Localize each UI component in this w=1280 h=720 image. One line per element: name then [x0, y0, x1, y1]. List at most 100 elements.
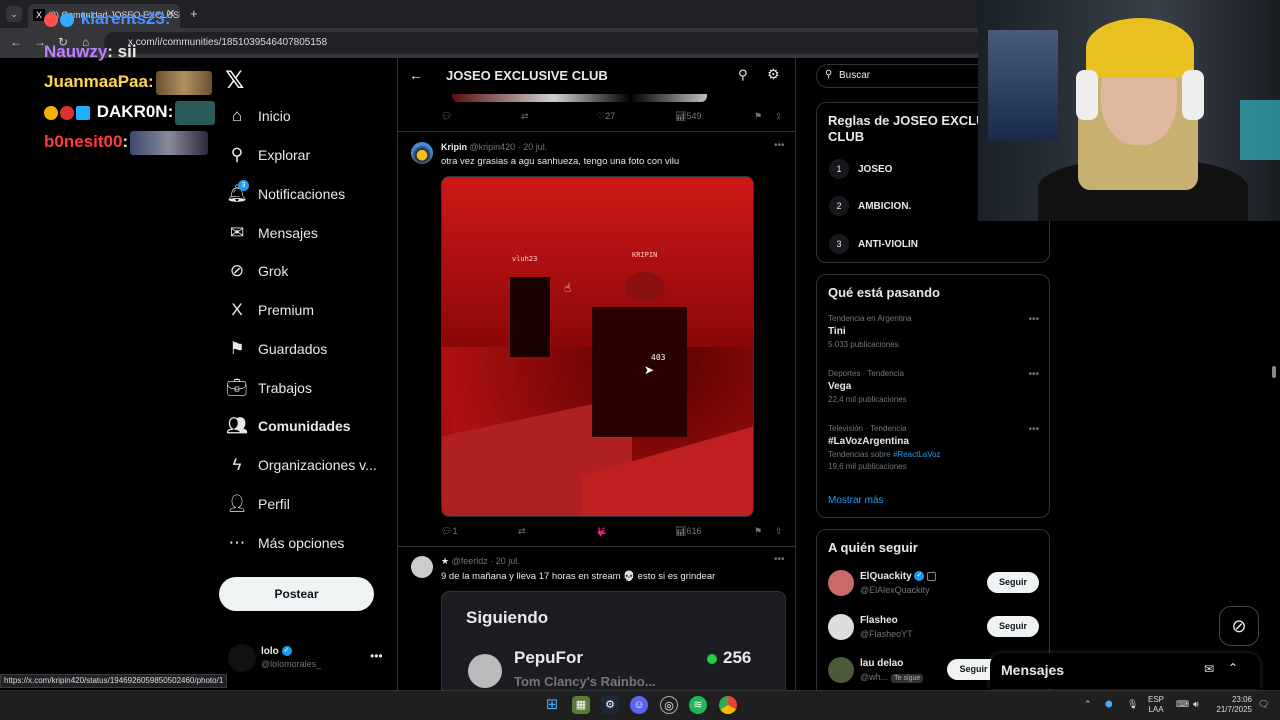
verified-badge-icon: ✓: [281, 646, 292, 657]
image-character: [510, 277, 550, 357]
grok-floating-button[interactable]: ⊘: [1219, 606, 1259, 646]
share-icon[interactable]: ⇪: [775, 111, 783, 122]
communities-icon: 👥︎: [226, 416, 248, 435]
nav-item-label: Guardados: [258, 341, 328, 357]
more-dots-icon[interactable]: •••: [1028, 424, 1039, 435]
follow-button[interactable]: Seguir: [987, 616, 1039, 637]
more-dots-icon[interactable]: •••: [1028, 314, 1039, 325]
nav-item-premium[interactable]: X Premium: [226, 295, 314, 325]
reply-icon[interactable]: 💬︎: [441, 111, 452, 122]
trend-item[interactable]: Televisión · Tendencia #LaVozArgentina T…: [828, 424, 1043, 471]
tray-chevron-icon[interactable]: ⌃: [1084, 699, 1092, 710]
webcam-headphone: [1182, 70, 1204, 120]
more-dots-icon[interactable]: •••: [774, 140, 785, 151]
more-dots-icon[interactable]: •••: [774, 554, 785, 565]
rule-item[interactable]: 3 ANTI-VIOLIN: [829, 233, 918, 255]
chat-badge-icon: [44, 105, 58, 120]
tab-list-dropdown-icon[interactable]: ⌄: [6, 6, 22, 22]
windows-start-icon[interactable]: ⊞: [543, 696, 561, 714]
search-icon[interactable]: ⚲: [738, 67, 748, 83]
nav-item-explorar[interactable]: ⚲ Explorar: [226, 140, 310, 170]
follow-suggestion[interactable]: Flasheo @FlasheoYT Seguir: [828, 614, 1043, 644]
trend-posts: 19,6 mil publicaciones: [828, 462, 907, 471]
nav-item-mensajes[interactable]: ✉ Mensajes: [226, 218, 318, 248]
nav-item-más-opciones[interactable]: ⋯ Más opciones: [226, 528, 345, 558]
obs-icon[interactable]: ◎: [660, 696, 678, 714]
nav-item-inicio[interactable]: ⌂ Inicio: [226, 101, 291, 131]
system-clock[interactable]: 23:06 21/7/2025: [1212, 695, 1252, 715]
author-handle[interactable]: @feerldz: [452, 556, 488, 566]
account-switcher[interactable]: lolo ✓ @lolomorales_ •••: [228, 644, 388, 678]
reply-button[interactable]: 💬︎ 1: [441, 526, 457, 537]
trend-related-prefix: Tendencias sobre: [828, 450, 891, 459]
nav-item-guardados[interactable]: ⚑ Guardados: [226, 334, 327, 364]
author-name[interactable]: ★: [441, 556, 449, 566]
spotify-icon[interactable]: ≋: [689, 696, 707, 714]
nav-item-grok[interactable]: ⊘ Grok: [226, 256, 288, 286]
back-arrow-icon[interactable]: ←: [10, 35, 22, 49]
post-date[interactable]: · 20 jul.: [518, 142, 548, 152]
author-handle[interactable]: @kripin420: [470, 142, 516, 152]
clock-time: 23:06: [1231, 695, 1252, 704]
post-text: otra vez grasias a agu sanhueza, tengo u…: [441, 156, 680, 167]
views-button[interactable]: 📊︎ 616: [675, 526, 701, 537]
nav-item-perfil[interactable]: 👤︎ Perfil: [226, 489, 290, 519]
back-arrow-icon[interactable]: ←: [409, 67, 423, 83]
show-more-link[interactable]: Mostrar más: [828, 495, 884, 506]
mail-icon: ✉: [229, 223, 245, 242]
follow-suggestion[interactable]: ElQuackity ✓ @ElAlexQuackity Seguir: [828, 570, 1043, 600]
nav-item-label: Grok: [258, 263, 289, 279]
bookmark-icon[interactable]: ⚑: [754, 526, 762, 537]
like-button[interactable]: ♡ 27: [597, 111, 615, 122]
trend-related-link[interactable]: #ReactLaVoz: [893, 450, 941, 459]
community-timeline[interactable]: ← JOSEO EXCLUSIVE CLUB ⚲ ⚙ 💬︎ ⇄ ♡ 27 📊︎ …: [397, 58, 796, 690]
post-button[interactable]: Postear: [219, 577, 374, 611]
rule-item[interactable]: 2 AMBICION.: [829, 195, 911, 217]
x-logo-icon[interactable]: 𝕏: [225, 66, 244, 95]
repost-icon[interactable]: ⇄: [521, 111, 529, 122]
trend-item[interactable]: Deportes · Tendencia Vega 22,4 mil publi…: [828, 369, 1043, 404]
messages-drawer[interactable]: Mensajes ✉ ⌃: [990, 653, 1260, 689]
previous-post-media[interactable]: [452, 94, 707, 102]
chrome-icon[interactable]: [719, 696, 737, 714]
chat-user: JuanmaaPaa:: [44, 72, 154, 91]
notification-center-icon[interactable]: 🗨︎: [1258, 699, 1269, 710]
nav-item-notificaciones[interactable]: 🔔︎ 3 Notificaciones: [226, 179, 345, 209]
live-dot-icon: [707, 654, 717, 664]
trend-item[interactable]: Tendencia en Argentina Tini 5.033 public…: [828, 314, 1043, 349]
microphone-icon[interactable]: 🎙︎: [1127, 699, 1138, 710]
new-message-icon[interactable]: ✉: [1204, 662, 1214, 676]
volume-icon[interactable]: 🔊︎: [1193, 699, 1199, 710]
nav-item-organizaciones-v[interactable]: ϟ Organizaciones v...: [226, 450, 377, 480]
nav-item-trabajos[interactable]: 💼︎ Trabajos: [226, 373, 312, 403]
expand-chevron-icon[interactable]: ⌃: [1228, 661, 1238, 675]
scrollbar-thumb[interactable]: [1272, 366, 1276, 378]
language-indicator[interactable]: ESP LAA: [1148, 695, 1164, 715]
views-button[interactable]: 📊︎ 549: [675, 111, 701, 122]
share-icon[interactable]: ⇪: [775, 526, 783, 537]
nav-item-label: Explorar: [258, 147, 311, 163]
post-image[interactable]: vluh23 KRIPIN 403: [441, 176, 754, 517]
discord-icon[interactable]: ☺: [630, 696, 648, 714]
avatar[interactable]: [411, 556, 433, 578]
rule-item[interactable]: 1 JOSEO: [829, 158, 892, 180]
steam-icon[interactable]: ⚙: [601, 696, 619, 714]
nav-item-comunidades[interactable]: 👥︎ Comunidades: [226, 411, 350, 441]
image-label: vluh23: [512, 255, 538, 263]
bookmark-icon[interactable]: ⚑: [754, 111, 762, 122]
gear-icon[interactable]: ⚙: [767, 66, 780, 83]
repost-icon[interactable]: ⇄: [518, 526, 526, 537]
minecraft-icon[interactable]: ▦: [572, 696, 590, 714]
more-dots-icon[interactable]: •••: [370, 649, 383, 663]
author-name[interactable]: Kripin: [441, 142, 467, 152]
post-date[interactable]: · 20 jul.: [490, 556, 520, 566]
follow-button[interactable]: Seguir: [987, 572, 1039, 593]
address-bar[interactable]: x.com/i/communities/1851039546407805158: [104, 32, 984, 54]
chat-badge-icon: [44, 12, 58, 27]
more-dots-icon[interactable]: •••: [1028, 369, 1039, 380]
network-icon[interactable]: ⌨: [1176, 699, 1189, 710]
hand-cursor-icon: ☝: [564, 281, 572, 295]
post-image[interactable]: Siguiendo PepuFor Tom Clancy's Rainbo...…: [441, 591, 786, 690]
avatar[interactable]: [411, 142, 433, 164]
tray-app-icon[interactable]: ⬢: [1105, 699, 1113, 710]
